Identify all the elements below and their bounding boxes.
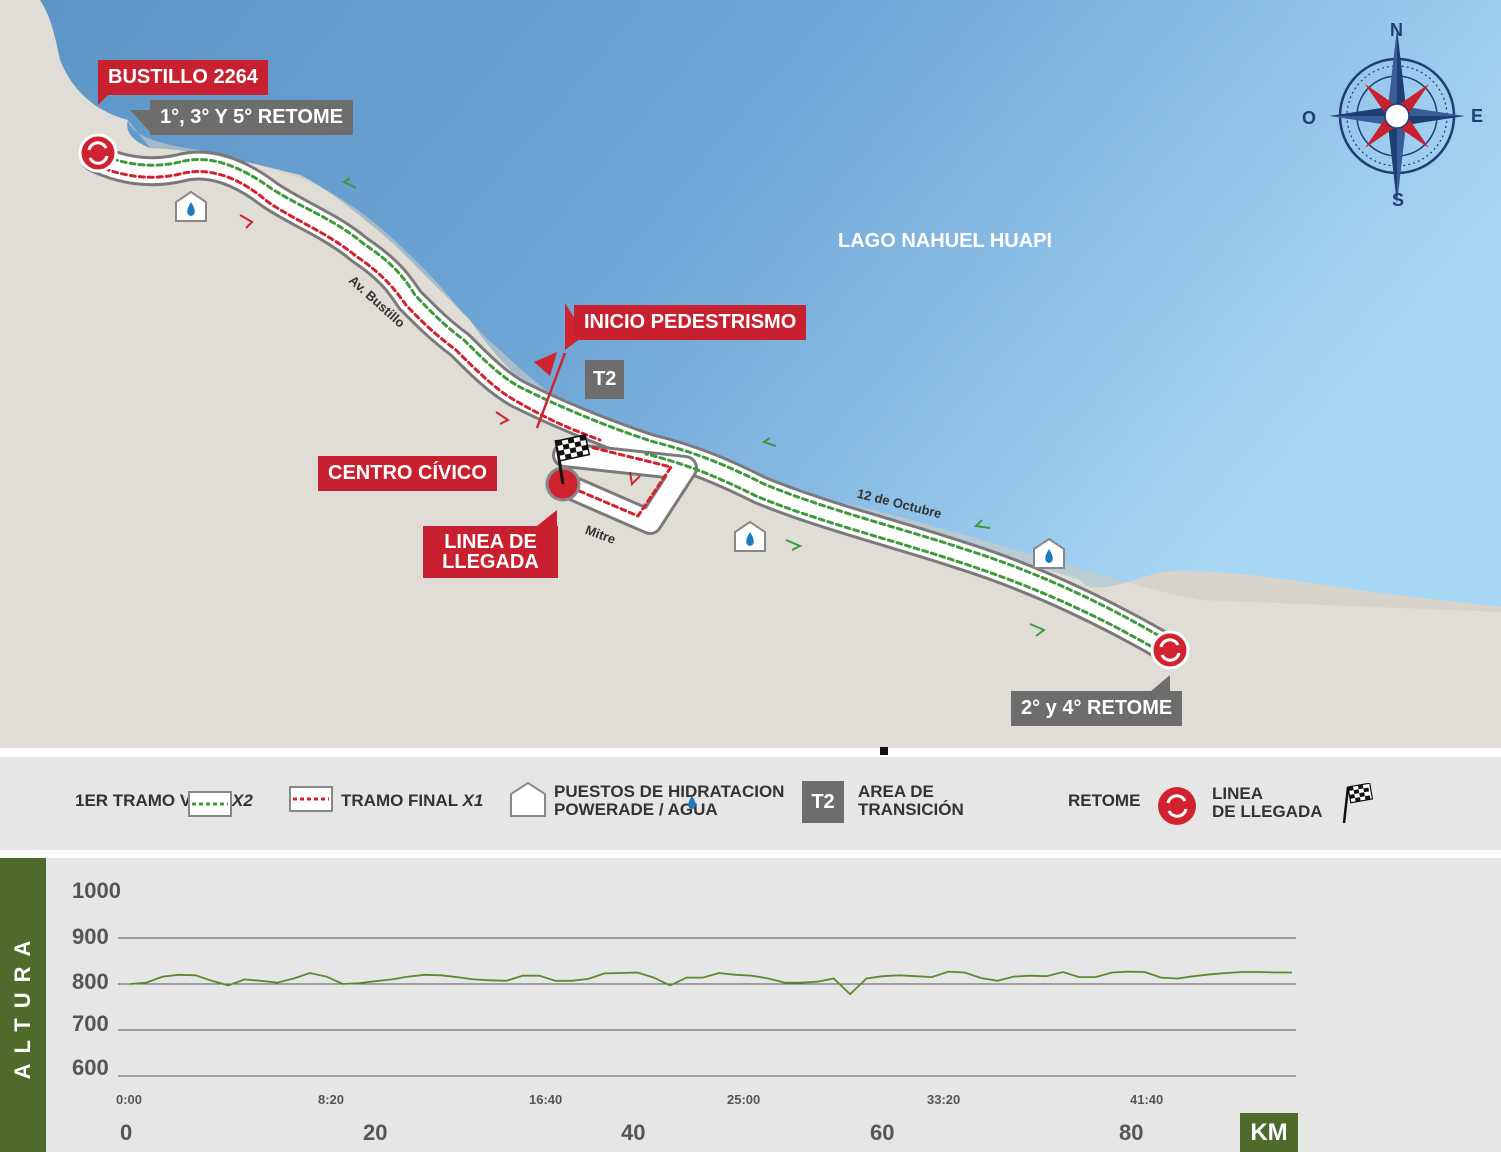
compass-e: E bbox=[1471, 106, 1484, 126]
retome-icon bbox=[1150, 630, 1190, 670]
retome-2-4-label: 2° y 4° RETOME bbox=[1011, 691, 1183, 726]
legend-green-route-icon bbox=[188, 791, 232, 817]
map-legend: 1ER TRAMO VE X2 TRAMO FINAL X1 PUESTOS D… bbox=[0, 757, 1501, 850]
elevation-plot bbox=[118, 937, 1296, 1077]
x-axis-title: KM bbox=[1240, 1113, 1298, 1152]
time-tick-label: 41:40 bbox=[1130, 1092, 1164, 1107]
inicio-pedestrismo-label: INICIO PEDESTRISMO bbox=[574, 305, 807, 340]
linea-de-llegada-label: LINEA DE LLEGADA bbox=[423, 526, 558, 578]
retome-icon bbox=[78, 133, 118, 173]
time-tick-label: 33:20 bbox=[927, 1092, 961, 1107]
legend-retome-icon bbox=[1158, 787, 1196, 825]
t2-marker: T2 bbox=[585, 360, 625, 399]
retome-1-3-5-label: 1°, 3° Y 5° RETOME bbox=[150, 100, 353, 135]
time-tick-label: 8:20 bbox=[318, 1092, 345, 1107]
legend-finish-flag-icon bbox=[1342, 783, 1374, 824]
legend-linea-llegada: LINEA DE LLEGADA bbox=[1212, 784, 1323, 821]
km-tick-label: 20 bbox=[363, 1120, 388, 1145]
gridlines bbox=[118, 937, 1296, 1077]
elevation-profile: ALTURA 1000 900 800 700 600 0:00 8:20 16… bbox=[0, 858, 1501, 1152]
legend-hidratacion: PUESTOS DE HIDRATACION POWERADE / AGUA bbox=[554, 782, 785, 819]
compass-o: O bbox=[1302, 108, 1317, 128]
centro-civico-label: CENTRO CÍVICO bbox=[318, 456, 497, 491]
legend-retome: RETOME bbox=[1068, 791, 1141, 810]
lake-label: LAGO NAHUEL HUAPI bbox=[838, 230, 1053, 252]
time-tick-label: 25:00 bbox=[727, 1092, 761, 1107]
legend-red-route-icon bbox=[289, 786, 333, 812]
legend-tramo-1-x2: X2 bbox=[232, 791, 253, 810]
km-tick-label: 0 bbox=[120, 1120, 133, 1145]
map-divider-mark bbox=[880, 747, 888, 755]
legend-hydration-icon bbox=[510, 781, 546, 817]
elevation-series-line bbox=[129, 970, 1292, 996]
compass-s: S bbox=[1392, 190, 1405, 210]
water-drop-icon bbox=[688, 796, 696, 809]
bustillo-label: BUSTILLO 2264 bbox=[98, 60, 269, 95]
km-tick-label: 80 bbox=[1119, 1120, 1144, 1145]
km-tick-label: 60 bbox=[870, 1120, 895, 1145]
km-tick-label: 40 bbox=[621, 1120, 646, 1145]
legend-area-transicion: AREA DE TRANSICIÓN bbox=[858, 782, 964, 819]
time-tick-label: 16:40 bbox=[529, 1092, 563, 1107]
legend-t2-icon: T2 bbox=[802, 781, 844, 823]
compass-n: N bbox=[1390, 20, 1403, 40]
legend-tramo-final: TRAMO FINAL X1 bbox=[341, 791, 484, 810]
legend-tramo-1: 1ER TRAMO VE bbox=[75, 791, 203, 810]
time-tick-label: 0:00 bbox=[116, 1092, 143, 1107]
